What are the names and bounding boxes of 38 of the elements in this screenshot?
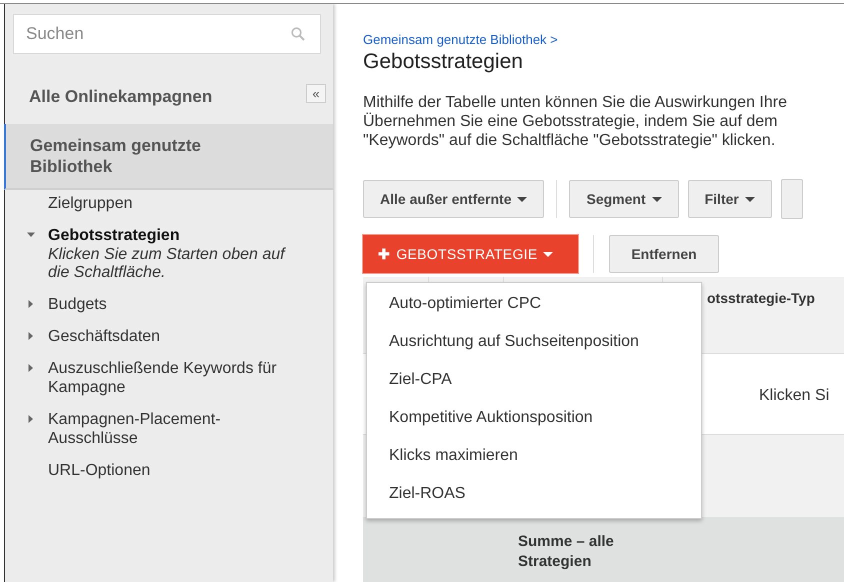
menu-item[interactable]: Auto-optimierter CPC bbox=[367, 285, 701, 323]
page-title: Gebotsstrategien bbox=[363, 50, 524, 74]
description-text: Übernehmen Sie eine Gebotsstrategie, indem Sie auf dem bbox=[363, 112, 778, 131]
search-icon bbox=[291, 27, 305, 41]
total-label: Summe – alle Strategien bbox=[518, 532, 615, 572]
menu-item[interactable]: Ziel-CPA bbox=[367, 361, 701, 399]
column-header[interactable]: otsstrategie-Typ bbox=[707, 290, 815, 306]
nav-item[interactable]: Gemeinsam genutzte Bibliothek bbox=[4, 124, 333, 190]
description-text: Mithilfe der Tabelle unten können Sie die Auswirkungen Ihre bbox=[363, 93, 788, 112]
table-cell: Klicken Si bbox=[759, 387, 830, 404]
search-field[interactable]: Suchen bbox=[13, 14, 321, 54]
section-title[interactable]: Alle Onlinekampagnen bbox=[29, 87, 212, 107]
expand-arrow-icon[interactable] bbox=[27, 415, 35, 423]
add-button[interactable]: ✚ GEBOTSSTRATEGIE bbox=[363, 235, 578, 273]
menu-item[interactable]: Ziel-ROAS bbox=[367, 475, 701, 513]
tree-item[interactable]: URL-Optionen bbox=[48, 461, 150, 480]
toolbar-button[interactable]: Alle außer entfernte bbox=[363, 180, 544, 218]
menu-item[interactable]: Klicks maximieren bbox=[367, 437, 701, 475]
toolbar-button[interactable]: Filter bbox=[688, 180, 772, 218]
hint-text: Klicken Sie zum Starten oben auf die Schaltfläche. bbox=[47, 246, 287, 282]
collapse-button[interactable]: « bbox=[306, 84, 326, 103]
tree-item[interactable]: Geschäftsdaten bbox=[48, 327, 160, 346]
menu-item[interactable]: Ausrichtung auf Suchseitenposition bbox=[367, 323, 701, 361]
tree-item[interactable]: Budgets bbox=[48, 295, 107, 314]
tree-item[interactable]: Gebotsstrategien bbox=[48, 226, 180, 245]
toolbar-button[interactable]: Segment bbox=[569, 180, 679, 218]
expand-arrow-icon[interactable] bbox=[27, 300, 35, 308]
expand-arrow-icon[interactable] bbox=[27, 231, 35, 239]
tree-item[interactable]: Kampagnen-Placement-Ausschlüsse bbox=[48, 410, 293, 448]
breadcrumb-link[interactable]: Gemeinsam genutzte Bibliothek > bbox=[363, 32, 844, 47]
description-text: "Keywords" auf die Schaltfläche "Gebotsstrategie" klicken. bbox=[363, 131, 776, 150]
tree-item[interactable]: Zielgruppen bbox=[48, 194, 132, 213]
tree-item[interactable]: Auszuschließende Keywords für Kampagne bbox=[48, 359, 293, 397]
menu-item[interactable]: Kompetitive Auktionsposition bbox=[367, 399, 701, 437]
caret-icon bbox=[543, 252, 554, 256]
remove-button[interactable]: Entfernen bbox=[609, 235, 719, 273]
expand-arrow-icon[interactable] bbox=[27, 332, 35, 340]
expand-arrow-icon[interactable] bbox=[27, 364, 35, 372]
